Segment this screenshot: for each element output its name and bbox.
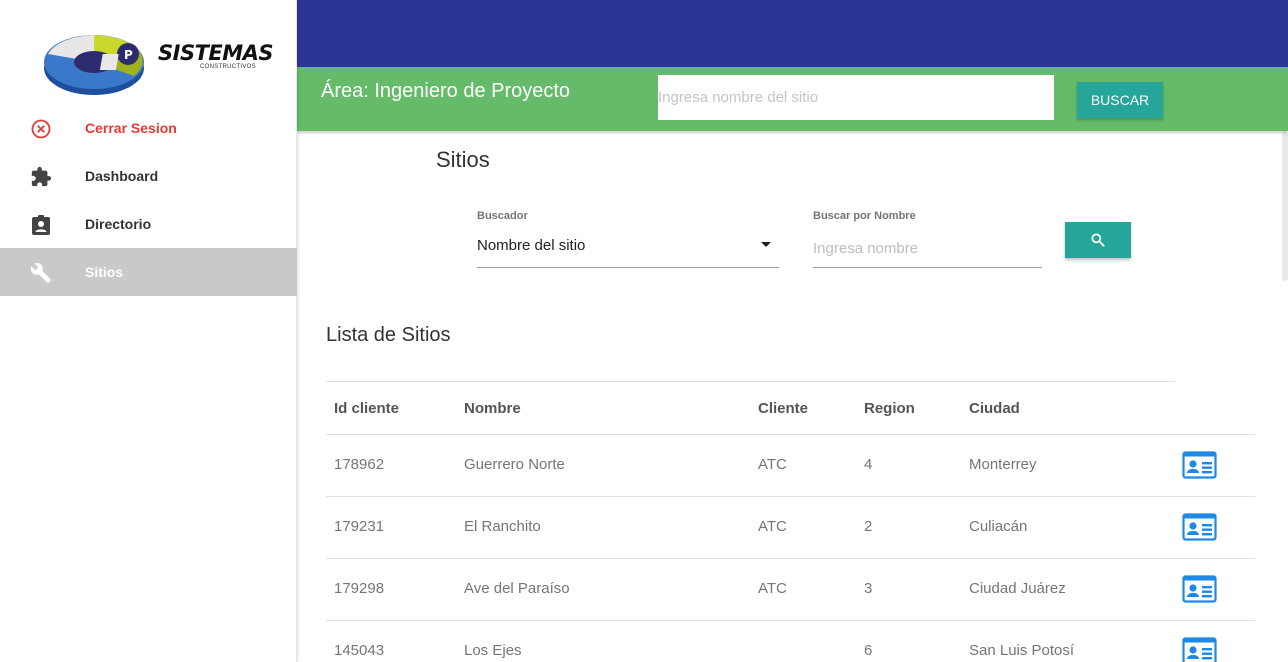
cell-nombre: Guerrero Norte <box>464 456 565 473</box>
cell-region: 6 <box>864 642 873 659</box>
close-circle-icon <box>30 118 52 140</box>
table-row: 178962 Guerrero Norte ATC 4 Monterrey <box>326 435 1255 497</box>
column-header-cliente: Cliente <box>758 400 809 417</box>
cell-cliente: ATC <box>758 456 787 473</box>
nombre-search-label: Buscar por Nombre <box>813 210 916 222</box>
column-header-id: Id cliente <box>334 400 400 417</box>
cell-nombre: Ave del Paraíso <box>464 580 570 597</box>
site-search-input[interactable] <box>658 75 1054 120</box>
contact-card-icon[interactable] <box>1182 575 1217 603</box>
page-scrollbar[interactable] <box>1282 131 1288 281</box>
sidebar-item-directorio[interactable]: Directorio <box>0 200 297 248</box>
search-icon <box>1091 233 1105 247</box>
table-header: Id cliente Nombre Cliente Region Ciudad <box>326 381 1175 435</box>
cell-id: 178962 <box>334 456 385 473</box>
table-row: 145043 Los Ejes 6 San Luis Potosí <box>326 621 1255 662</box>
buscador-label: Buscador <box>477 210 528 222</box>
logo-text: SISTEMAS <box>158 41 274 65</box>
page-title: Sitios <box>436 147 490 172</box>
column-header-ciudad: Ciudad <box>969 400 1020 417</box>
contact-clipboard-icon <box>30 214 52 236</box>
nombre-search-input[interactable] <box>813 229 1042 268</box>
buscador-select[interactable]: Nombre del sitio <box>477 229 779 268</box>
sidebar-item-label: Dashboard <box>85 168 159 184</box>
cell-ciudad: Monterrey <box>969 456 1037 473</box>
cell-ciudad: San Luis Potosí <box>969 642 1075 659</box>
svg-text:P: P <box>124 48 133 62</box>
cell-region: 3 <box>864 580 873 597</box>
column-header-nombre: Nombre <box>464 400 521 417</box>
app-root: P SISTEMAS CONSTRUCTIVOS Cerrar Sesion D… <box>0 0 1288 662</box>
sidebar-nav: Cerrar Sesion Dashboard Directorio Sitio… <box>0 104 297 296</box>
area-bar: Área: Ingeniero de Proyecto BUSCAR <box>297 67 1288 131</box>
cell-region: 4 <box>864 456 873 473</box>
contact-card-icon[interactable] <box>1182 451 1217 479</box>
sidebar: P SISTEMAS CONSTRUCTIVOS Cerrar Sesion D… <box>0 0 297 662</box>
cell-ciudad: Culiacán <box>969 518 1028 535</box>
cell-cliente: ATC <box>758 580 787 597</box>
company-logo: P SISTEMAS CONSTRUCTIVOS <box>38 24 274 102</box>
list-title: Lista de Sitios <box>326 324 451 346</box>
area-title: Área: Ingeniero de Proyecto <box>321 80 571 102</box>
puzzle-icon <box>30 166 52 188</box>
top-app-bar <box>297 0 1288 67</box>
buscar-button[interactable]: BUSCAR <box>1077 82 1163 118</box>
table-row: 179298 Ave del Paraíso ATC 3 Ciudad Juár… <box>326 559 1255 621</box>
sidebar-item-cerrar-sesion[interactable]: Cerrar Sesion <box>0 104 297 152</box>
cell-id: 179298 <box>334 580 385 597</box>
cell-id: 145043 <box>334 642 385 659</box>
sidebar-item-dashboard[interactable]: Dashboard <box>0 152 297 200</box>
cell-cliente: ATC <box>758 518 787 535</box>
sites-table: Id cliente Nombre Cliente Region Ciudad … <box>326 381 1255 662</box>
dropdown-caret-icon <box>761 242 771 247</box>
sidebar-item-label: Cerrar Sesion <box>85 120 177 136</box>
sidebar-item-label: Directorio <box>85 216 152 232</box>
main-content: Sitios Buscador Nombre del sitio Buscar … <box>297 131 1288 662</box>
sidebar-item-label: Sitios <box>85 264 124 280</box>
sidebar-item-sitios[interactable]: Sitios <box>0 248 297 296</box>
buscador-selected-value: Nombre del sitio <box>477 237 586 254</box>
search-button[interactable] <box>1065 222 1131 258</box>
logo-subtext: CONSTRUCTIVOS <box>200 64 256 70</box>
cell-ciudad: Ciudad Juárez <box>969 580 1066 597</box>
logo-graphic-icon: P <box>44 35 144 95</box>
column-header-region: Region <box>864 400 915 417</box>
contact-card-icon[interactable] <box>1182 513 1217 541</box>
wrench-icon <box>30 262 52 284</box>
cell-id: 179231 <box>334 518 385 535</box>
cell-region: 2 <box>864 518 873 535</box>
table-row: 179231 El Ranchito ATC 2 Culiacán <box>326 497 1255 559</box>
contact-card-icon[interactable] <box>1182 637 1217 662</box>
cell-nombre: El Ranchito <box>464 518 541 535</box>
cell-nombre: Los Ejes <box>464 642 522 659</box>
